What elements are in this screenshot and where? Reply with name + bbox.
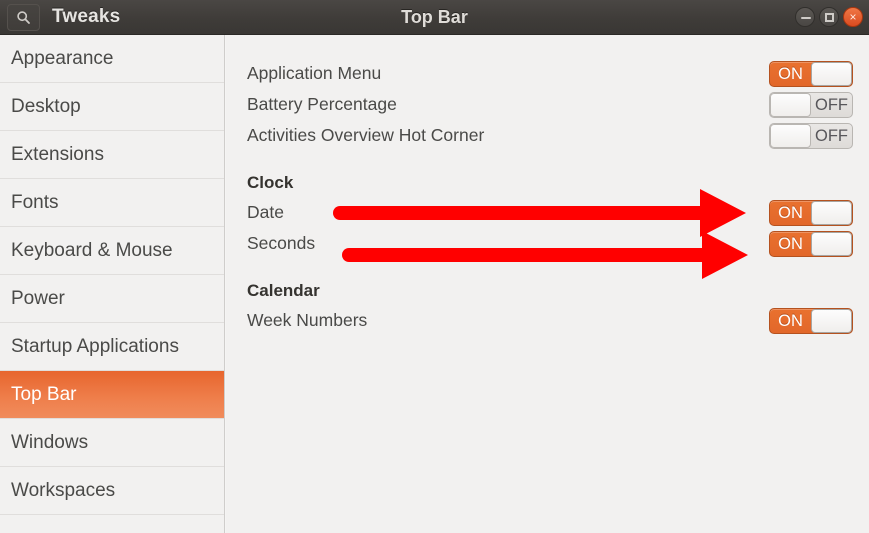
setting-label: Application Menu	[247, 63, 382, 83]
toggle-state-label: ON	[778, 235, 803, 253]
sidebar-item-label: Windows	[11, 431, 89, 453]
minimize-icon	[801, 17, 811, 19]
setting-row-application-menu: Application Menu ON	[226, 60, 869, 91]
toggle-state-label: ON	[778, 204, 803, 222]
toggle-knob	[770, 93, 811, 117]
sidebar-item-label: Top Bar	[11, 383, 77, 405]
setting-label: Activities Overview Hot Corner	[247, 125, 485, 145]
toggle-knob	[811, 309, 852, 333]
toggle-knob	[811, 232, 852, 256]
sidebar-item-desktop[interactable]: Desktop	[0, 83, 224, 131]
sidebar-item-label: Fonts	[11, 191, 59, 213]
sidebar-item-label: Extensions	[11, 143, 104, 165]
sidebar-item-startup-applications[interactable]: Startup Applications	[0, 323, 224, 371]
setting-label: Seconds	[247, 233, 316, 253]
toggle-state-label: OFF	[815, 127, 848, 145]
window-titlebar: Tweaks Top Bar ×	[0, 0, 869, 35]
toggle-activities-overview-hot-corner[interactable]: OFF	[769, 123, 853, 149]
minimize-button[interactable]	[795, 7, 815, 27]
tweaks-window: Tweaks Top Bar × Appearance Desktop Extens…	[0, 0, 869, 533]
sidebar-item-keyboard-mouse[interactable]: Keyboard & Mouse	[0, 227, 224, 275]
maximize-icon	[825, 13, 834, 22]
toggle-knob	[770, 124, 811, 148]
sidebar-item-top-bar[interactable]: Top Bar	[0, 371, 224, 419]
window-controls: ×	[795, 7, 863, 27]
sidebar-item-fonts[interactable]: Fonts	[0, 179, 224, 227]
toggle-week-numbers[interactable]: ON	[769, 308, 853, 334]
sidebar-item-label: Startup Applications	[11, 335, 179, 357]
sidebar-item-windows[interactable]: Windows	[0, 419, 224, 467]
settings-panel: Application Menu ON Battery Percentage OFF A…	[226, 35, 869, 533]
page-title: Top Bar	[401, 7, 468, 27]
close-button[interactable]: ×	[843, 7, 863, 27]
sidebar-item-label: Power	[11, 287, 65, 309]
sidebar: Appearance Desktop Extensions Fonts Keyboard…	[0, 35, 224, 533]
setting-label: Battery Percentage	[247, 94, 397, 114]
toggle-date[interactable]: ON	[769, 200, 853, 226]
toggle-knob	[811, 62, 852, 86]
toggle-state-label: ON	[778, 65, 803, 83]
sidebar-item-extensions[interactable]: Extensions	[0, 131, 224, 179]
toggle-knob	[811, 201, 852, 225]
sidebar-item-appearance[interactable]: Appearance	[0, 35, 224, 83]
sidebar-item-label: Appearance	[11, 47, 114, 69]
sidebar-item-power[interactable]: Power	[0, 275, 224, 323]
sidebar-item-workspaces[interactable]: Workspaces	[0, 467, 224, 515]
setting-row-week-numbers: Week Numbers ON	[226, 307, 869, 338]
sidebar-item-label: Workspaces	[11, 479, 116, 501]
setting-row-date: Date ON	[226, 199, 869, 230]
toggle-seconds[interactable]: ON	[769, 231, 853, 257]
section-heading-clock: Clock	[226, 168, 869, 199]
toggle-state-label: ON	[778, 312, 803, 330]
setting-row-activities-overview-hot-corner: Activities Overview Hot Corner OFF	[226, 122, 869, 153]
setting-row-battery-percentage: Battery Percentage OFF	[226, 91, 869, 122]
maximize-button[interactable]	[819, 7, 839, 27]
sidebar-item-label: Keyboard & Mouse	[11, 239, 173, 261]
setting-label: Week Numbers	[247, 310, 368, 330]
section-heading-label: Clock	[247, 173, 294, 192]
toggle-application-menu[interactable]: ON	[769, 61, 853, 87]
section-heading-label: Calendar	[247, 281, 320, 300]
sidebar-item-label: Desktop	[11, 95, 81, 117]
toggle-battery-percentage[interactable]: OFF	[769, 92, 853, 118]
setting-row-seconds: Seconds ON	[226, 230, 869, 261]
section-heading-calendar: Calendar	[226, 276, 869, 307]
setting-label: Date	[247, 202, 284, 222]
close-icon: ×	[849, 10, 857, 24]
toggle-state-label: OFF	[815, 96, 848, 114]
